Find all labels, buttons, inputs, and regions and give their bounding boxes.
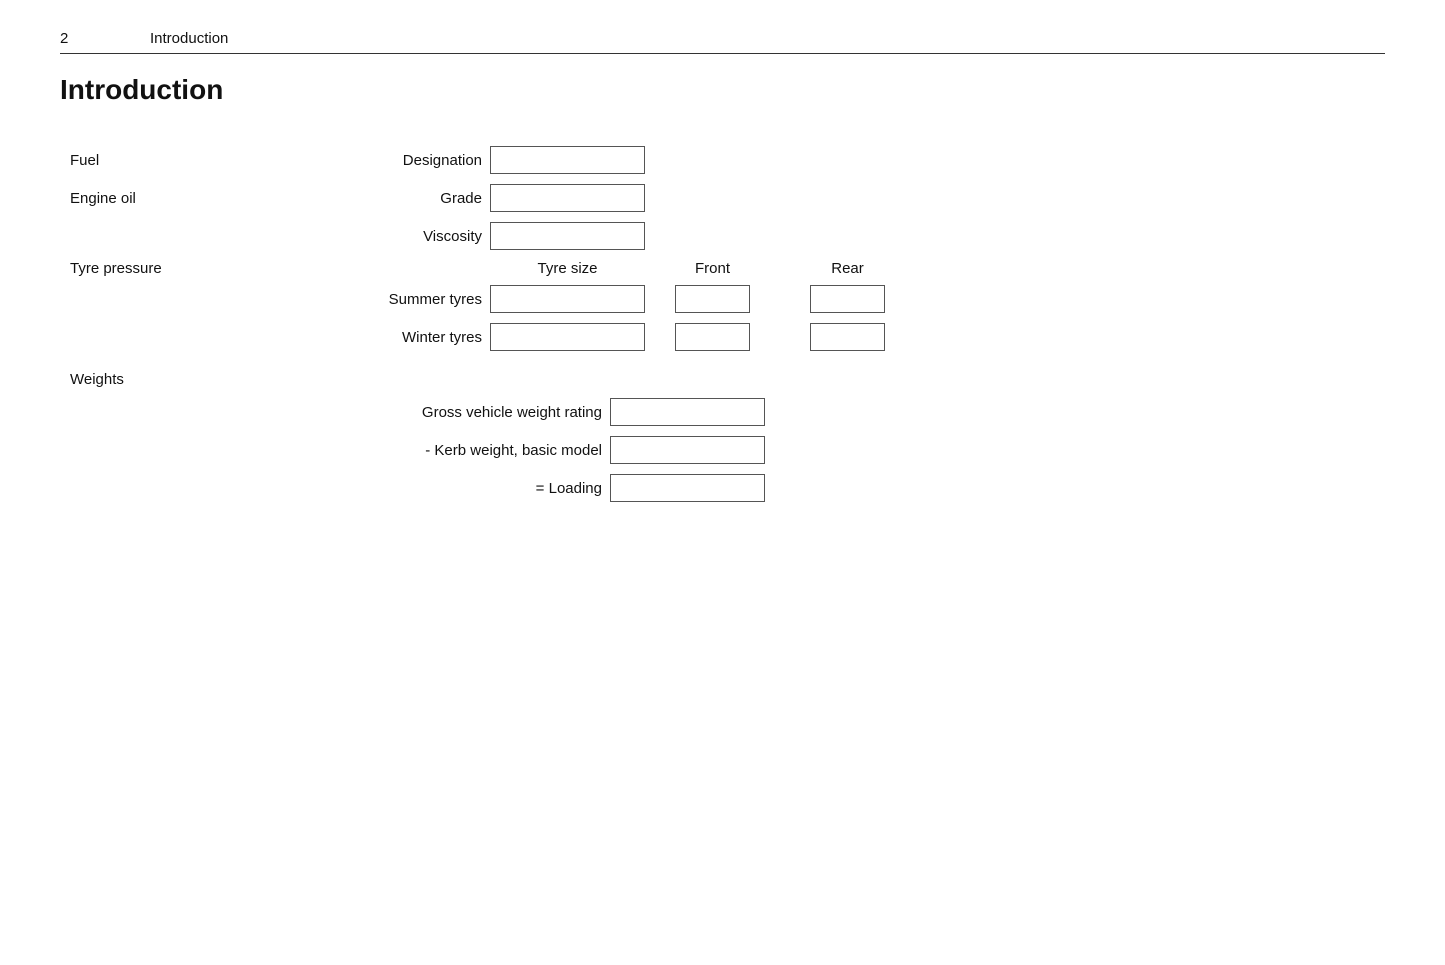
winter-tyres-label: Winter tyres [270, 329, 490, 346]
designation-label: Designation [270, 152, 490, 169]
loading-input[interactable] [610, 474, 765, 502]
winter-tyre-size-input[interactable] [490, 323, 645, 351]
summer-tyre-size-input[interactable] [490, 285, 645, 313]
designation-input[interactable] [490, 146, 645, 174]
viscosity-label: Viscosity [270, 228, 490, 245]
gross-vehicle-weight-label: Gross vehicle weight rating [270, 404, 610, 421]
tyre-pressure-label: Tyre pressure [70, 260, 270, 277]
gross-vehicle-weight-row: Gross vehicle weight rating [270, 398, 1385, 426]
fuel-label: Fuel [70, 152, 270, 169]
summer-front-input[interactable] [675, 285, 750, 313]
engine-oil-label: Engine oil [70, 190, 270, 207]
content-area: Fuel Designation Engine oil Grade Viscos… [60, 146, 1385, 502]
tyre-pressure-section: Tyre pressure Tyre size Front Rear Summe… [70, 260, 1385, 351]
engine-oil-group: Engine oil Grade Viscosity [70, 184, 1385, 250]
rear-header: Rear [810, 260, 885, 277]
kerb-weight-input[interactable] [610, 436, 765, 464]
weights-section: Weights Gross vehicle weight rating - Ke… [70, 371, 1385, 502]
front-header: Front [675, 260, 750, 277]
header-bar: 2 Introduction [60, 30, 1385, 54]
viscosity-input[interactable] [490, 222, 645, 250]
kerb-weight-row: - Kerb weight, basic model [270, 436, 1385, 464]
summer-tyres-label: Summer tyres [270, 291, 490, 308]
page: 2 Introduction Introduction Fuel Designa… [0, 0, 1445, 572]
loading-row: = Loading [270, 474, 1385, 502]
tyre-size-header: Tyre size [490, 260, 645, 277]
loading-label: = Loading [270, 480, 610, 497]
winter-rear-input[interactable] [810, 323, 885, 351]
weights-label: Weights [70, 371, 124, 388]
fuel-group: Fuel Designation [70, 146, 1385, 174]
gross-vehicle-weight-input[interactable] [610, 398, 765, 426]
header-title: Introduction [150, 30, 228, 47]
section-title: Introduction [60, 74, 1385, 106]
page-number: 2 [60, 30, 90, 47]
grade-input[interactable] [490, 184, 645, 212]
summer-rear-input[interactable] [810, 285, 885, 313]
winter-front-input[interactable] [675, 323, 750, 351]
kerb-weight-label: - Kerb weight, basic model [270, 442, 610, 459]
grade-label: Grade [270, 190, 490, 207]
